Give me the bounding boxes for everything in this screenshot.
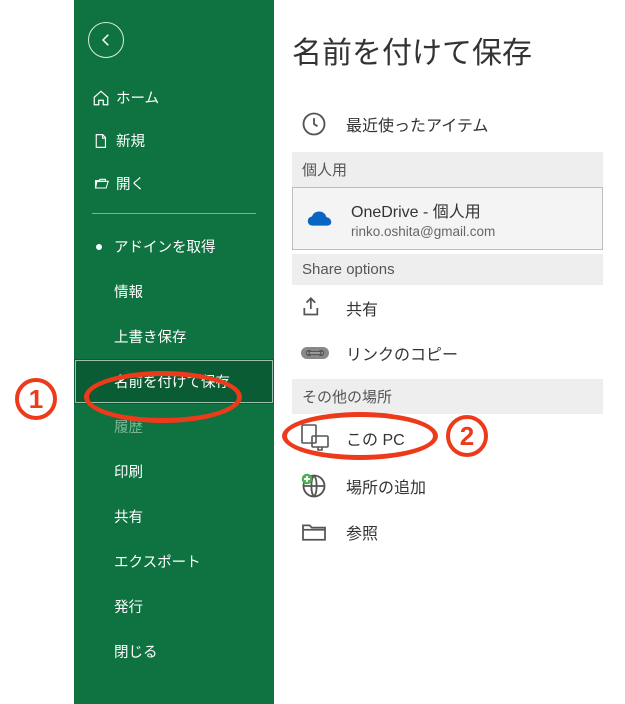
page-title: 名前を付けて保存 [292, 28, 603, 72]
nav-info[interactable]: 情報 [74, 269, 274, 314]
location-browse[interactable]: 参照 [292, 510, 603, 554]
main-panel: 名前を付けて保存 最近使ったアイテム 個人用 OneDrive - 個人用 ri… [274, 0, 625, 704]
location-label: 最近使ったアイテム [346, 112, 488, 136]
nav-save-as[interactable]: 名前を付けて保存 [74, 359, 274, 404]
add-place-icon [300, 472, 346, 500]
document-icon [92, 132, 116, 150]
nav-export[interactable]: エクスポート [74, 539, 274, 584]
share-icon [300, 295, 346, 321]
location-label: この PC [346, 426, 405, 450]
clock-icon [300, 110, 346, 138]
location-label: 参照 [346, 520, 378, 544]
location-label: 場所の追加 [346, 474, 426, 498]
nav-label: 開く [116, 173, 145, 194]
home-icon [92, 89, 116, 107]
backstage-sidebar: ホーム 新規 開く アドインを取得 情報 上書き保存 名前を付けて保存 履歴 印… [74, 0, 274, 704]
onedrive-email: rinko.oshita@gmail.com [351, 224, 495, 239]
section-share-options-header: Share options [292, 254, 603, 285]
location-this-pc[interactable]: この PC [292, 414, 603, 462]
section-personal-header: 個人用 [292, 152, 603, 187]
nav-open[interactable]: 開く [74, 162, 274, 205]
nav-print[interactable]: 印刷 [74, 449, 274, 494]
location-copy-link[interactable]: リンクのコピー [292, 331, 603, 375]
folder-open-icon [92, 176, 116, 192]
location-label: 共有 [346, 296, 378, 320]
nav-get-addins[interactable]: アドインを取得 [74, 224, 274, 269]
this-pc-icon [300, 424, 346, 452]
link-icon [300, 344, 346, 362]
location-add-place[interactable]: 場所の追加 [292, 462, 603, 510]
nav-history: 履歴 [74, 404, 274, 449]
back-button[interactable] [88, 22, 124, 58]
nav-label: 新規 [116, 130, 145, 151]
nav-close[interactable]: 閉じる [74, 629, 274, 674]
location-label: リンクのコピー [346, 341, 458, 365]
nav-publish[interactable]: 発行 [74, 584, 274, 629]
location-recent[interactable]: 最近使ったアイテム [292, 100, 603, 148]
nav-home[interactable]: ホーム [74, 76, 274, 119]
nav-new[interactable]: 新規 [74, 119, 274, 162]
folder-icon [300, 521, 346, 543]
section-other-locations-header: その他の場所 [292, 379, 603, 414]
location-share[interactable]: 共有 [292, 285, 603, 331]
onedrive-icon [305, 208, 351, 230]
nav-share[interactable]: 共有 [74, 494, 274, 539]
divider [92, 213, 256, 214]
location-onedrive[interactable]: OneDrive - 個人用 rinko.oshita@gmail.com [292, 187, 603, 250]
onedrive-title: OneDrive - 個人用 [351, 198, 495, 222]
nav-label: ホーム [116, 87, 159, 108]
nav-save[interactable]: 上書き保存 [74, 314, 274, 359]
